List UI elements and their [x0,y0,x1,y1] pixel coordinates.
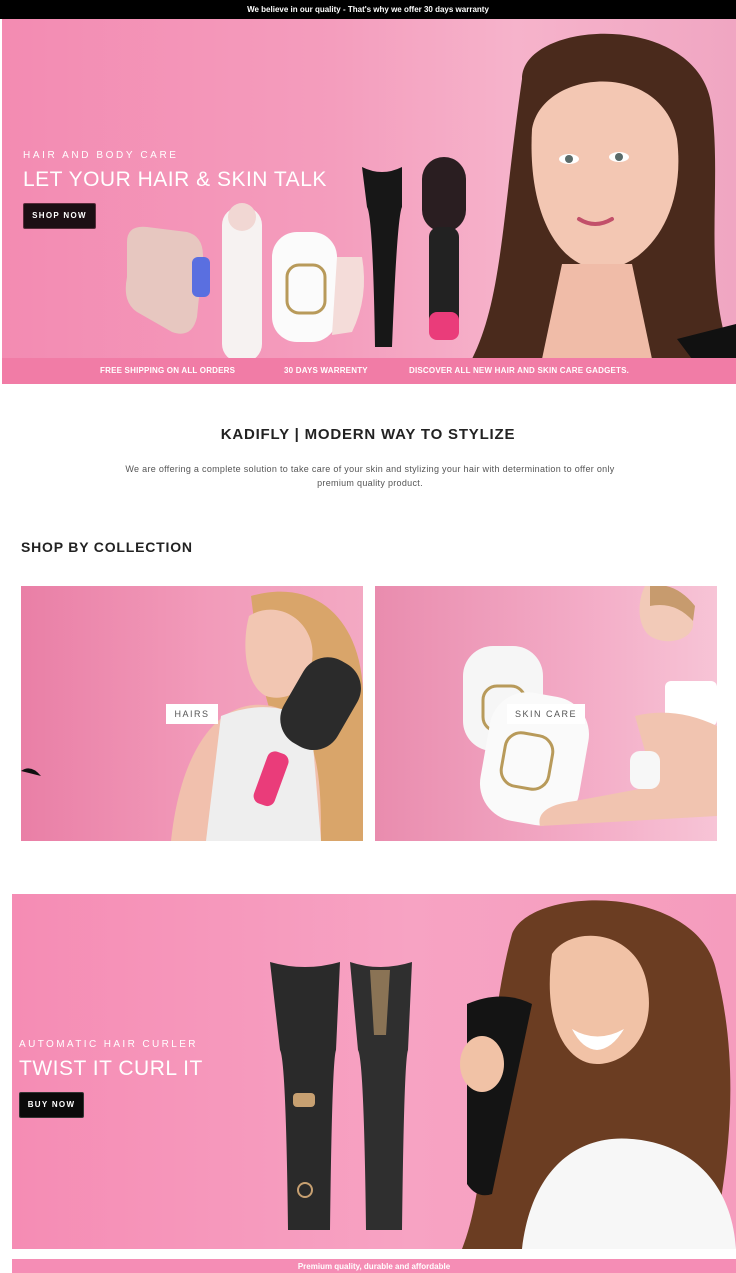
promo-tagline-bar: Premium quality, durable and affordable [12,1259,736,1273]
buy-now-button[interactable]: BUY NOW [19,1092,84,1118]
intro-text: We are offering a complete solution to t… [125,464,615,488]
promo-products-image [270,962,412,1230]
collection-section-title: SHOP BY COLLECTION [21,539,193,555]
hero-headline: LET YOUR HAIR & SKIN TALK [23,168,327,191]
promo-banner[interactable]: AUTOMATIC HAIR CURLER TWIST IT CURL IT B… [12,894,736,1249]
promo-tagline: Premium quality, durable and affordable [297,1262,451,1271]
collection-tile-skin-care[interactable]: SKIN CARE [375,586,717,841]
hero-banner[interactable]: HAIR AND BODY CARE LET YOUR HAIR & SKIN … [2,19,736,384]
shop-now-button[interactable]: SHOP NOW [23,203,96,229]
skin-care-collection-label[interactable]: SKIN CARE [507,704,585,724]
announcement-bar: We believe in our quality - That's why w… [0,0,736,19]
intro-title: KADIFLY | MODERN WAY TO STYLIZE [220,426,516,443]
feature-strip: FREE SHIPPING ON ALL ORDERS 30 DAYS WARR… [2,358,736,384]
feature-free-shipping: FREE SHIPPING ON ALL ORDERS [100,366,236,375]
announcement-text: We believe in our quality - That's why w… [247,5,489,14]
hairs-collection-label[interactable]: HAIRS [166,704,218,724]
feature-discover: DISCOVER ALL NEW HAIR AND SKIN CARE GADG… [409,366,630,375]
promo-headline: TWIST IT CURL IT [19,1057,203,1080]
hero-kicker: HAIR AND BODY CARE [23,150,179,161]
feature-warranty: 30 DAYS WARRENTY [284,366,368,375]
collection-tile-hairs[interactable]: HAIRS [21,586,363,841]
promo-kicker: AUTOMATIC HAIR CURLER [19,1039,198,1050]
